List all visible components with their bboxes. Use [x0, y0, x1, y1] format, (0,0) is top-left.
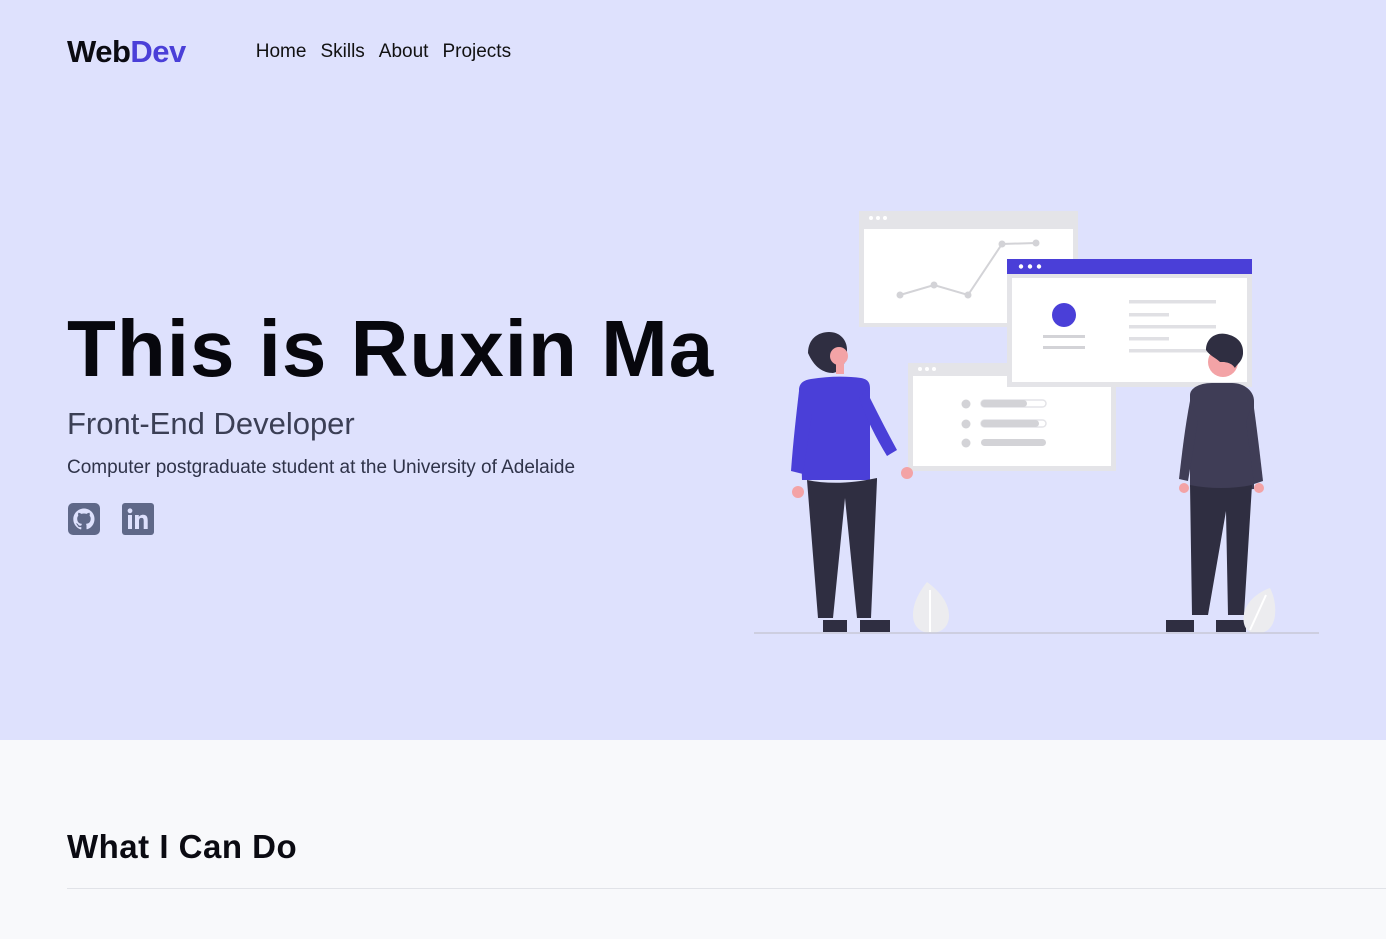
hero-title: This is Ruxin Ma: [67, 304, 715, 393]
linkedin-link[interactable]: [121, 502, 155, 536]
nav-menu: Home Skills About Projects: [256, 41, 511, 63]
woman-figure-illustration: [791, 332, 913, 632]
hero-subtitle: Front-End Developer: [67, 406, 355, 441]
logo[interactable]: WebDev: [67, 34, 186, 70]
hero-illustration: [754, 211, 1319, 634]
github-icon: [68, 503, 100, 535]
nav-item-skills[interactable]: Skills: [320, 41, 364, 63]
plant-left-illustration: [913, 582, 949, 633]
github-link[interactable]: [67, 502, 101, 536]
nav-item-about[interactable]: About: [379, 41, 429, 63]
logo-text-web: Web: [67, 34, 131, 69]
logo-text-dev: Dev: [130, 34, 186, 69]
section-divider: [67, 888, 1386, 889]
top-nav: WebDev Home Skills About Projects: [67, 30, 511, 74]
plant-right-illustration: [1243, 588, 1276, 634]
section-title: What I Can Do: [67, 828, 298, 865]
hero-section: WebDev Home Skills About Projects This i…: [0, 0, 1386, 740]
social-links: [67, 502, 155, 536]
nav-item-projects[interactable]: Projects: [442, 41, 511, 63]
nav-item-home[interactable]: Home: [256, 41, 307, 63]
linkedin-icon: [122, 503, 154, 535]
hero-description: Computer postgraduate student at the Uni…: [67, 457, 576, 478]
